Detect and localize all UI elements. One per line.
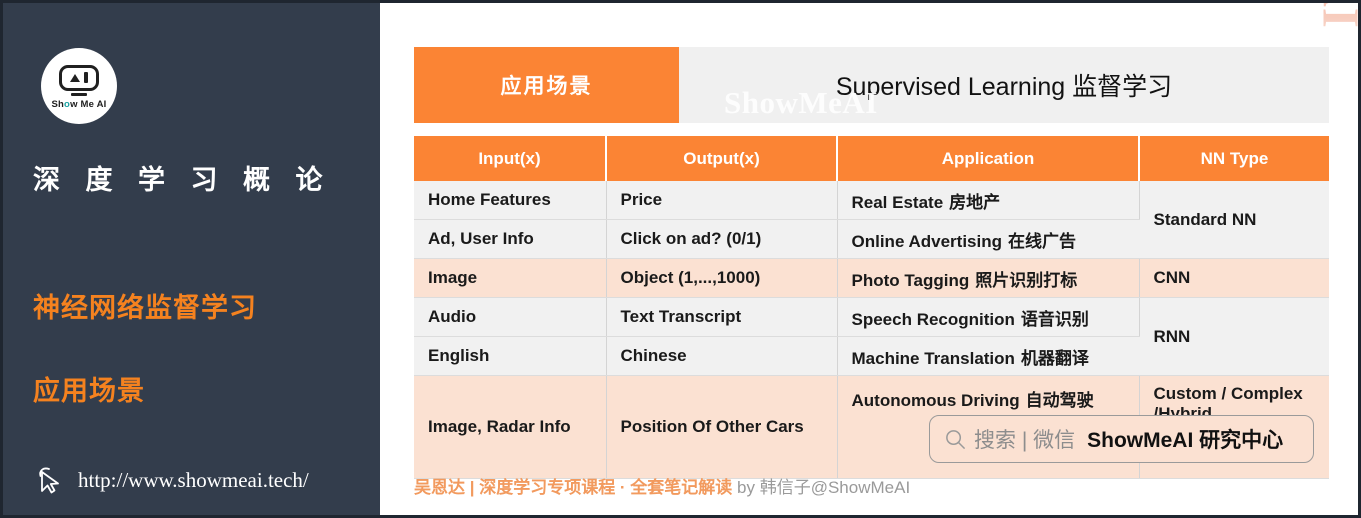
column-header-application: Application [837, 136, 1140, 181]
website-link[interactable]: http://www.showmeai.tech/ [37, 465, 309, 495]
table-header-row: Input(x) Output(x) Application NN Type [414, 136, 1329, 181]
cell-application: Machine Translation 机器翻译 [837, 336, 1139, 376]
search-icon [946, 429, 965, 449]
topic-heading-line2: 应用场景 [33, 376, 145, 406]
cell-output: Position Of Other Cars [606, 375, 838, 479]
cell-input: Audio [414, 297, 607, 337]
cell-application: Online Advertising 在线广告 [837, 219, 1139, 259]
footer-course: 吴恩达 | 深度学习专项课程 · 全套笔记解读 [414, 478, 733, 497]
application-cn: 自动驾驶 [1025, 391, 1094, 410]
cell-output: Text Transcript [606, 297, 838, 337]
cell-application: Real Estate 房地产 [837, 181, 1140, 220]
application-en: Autonomous Driving [851, 391, 1020, 410]
cell-input: Ad, User Info [414, 219, 607, 259]
application-cn: 机器翻译 [1020, 348, 1089, 368]
slide-root: Show Me AI 深 度 学 习 概 论 神经网络监督学习 应用场景 htt… [0, 0, 1361, 518]
cell-output: Price [606, 181, 838, 220]
application-cn: 照片识别打标 [975, 270, 1078, 290]
cell-nn-type: RNN [1139, 297, 1329, 376]
application-en: Real Estate [851, 192, 944, 212]
topic-heading-line1: 神经网络监督学习 [33, 293, 257, 323]
cell-output: Object (1,...,1000) [606, 258, 838, 298]
application-cn: 房地产 [949, 192, 1001, 212]
column-header-nn-type: NN Type [1139, 136, 1329, 181]
column-header-output: Output(x) [606, 136, 838, 181]
table-row: Audio Text Transcript Speech Recognition… [414, 297, 1329, 376]
application-en: Speech Recognition [851, 309, 1015, 329]
table-row: Image Object (1,...,1000) Photo Tagging 照… [414, 258, 1329, 298]
content-panel: ShowMeAI 应用场景 Supervised Learning 监督学习 S… [380, 3, 1358, 515]
header-strip: 应用场景 Supervised Learning 监督学习 ShowMeAI [414, 47, 1329, 123]
column-header-input: Input(x) [414, 136, 607, 181]
search-brand-text: ShowMeAI 研究中心 [1087, 429, 1284, 452]
logo-word-pre: Sh [51, 98, 65, 110]
wechat-search-overlay[interactable]: 搜索 | 微信 ShowMeAI 研究中心 [929, 415, 1314, 463]
cell-nn-type: Standard NN [1139, 181, 1329, 259]
cursor-pointer-icon [39, 467, 59, 494]
course-title: 深 度 学 习 概 论 [33, 165, 332, 195]
vertical-watermark: ShowMeAI [1310, 3, 1358, 29]
showmeai-logo: Show Me AI [41, 48, 117, 124]
application-en: Photo Tagging [851, 270, 970, 290]
robot-mouth-icon [71, 92, 87, 96]
cell-input: Image [414, 258, 607, 298]
section-tag: 应用场景 [414, 47, 679, 123]
sidebar: Show Me AI 深 度 学 习 概 论 神经网络监督学习 应用场景 htt… [3, 3, 380, 515]
application-en: Online Advertising [851, 231, 1003, 251]
cell-application: Speech Recognition 语音识别 [837, 297, 1140, 337]
slide-title: Supervised Learning 监督学习 [835, 73, 1173, 101]
cell-input: Home Features [414, 181, 607, 220]
website-url-text: http://www.showmeai.tech/ [78, 467, 309, 492]
cell-output: Chinese [606, 336, 838, 376]
robot-face-icon [59, 64, 99, 91]
cell-input: Image, Radar Info [414, 375, 607, 479]
logo-word-post: w Me AI [70, 98, 107, 110]
caret-icon [70, 73, 80, 82]
table-row: Home Features Price Real Estate 房地产 Stand… [414, 181, 1329, 259]
cell-input: English [414, 336, 607, 376]
application-cn: 语音识别 [1020, 309, 1089, 329]
footer-author: by 韩信子@ShowMeAI [732, 478, 911, 497]
footer-credit: 吴恩达 | 深度学习专项课程 · 全套笔记解读 by 韩信子@ShowMeAI [414, 473, 910, 498]
cell-application: Photo Tagging 照片识别打标 [837, 258, 1140, 298]
bar-icon [84, 72, 88, 83]
application-en: Machine Translation [851, 348, 1015, 368]
application-cn: 在线广告 [1008, 231, 1077, 251]
cell-output: Click on ad? (0/1) [606, 219, 838, 259]
cell-nn-type: CNN [1139, 258, 1329, 298]
search-placeholder: 搜索 | 微信 [974, 429, 1076, 452]
logo-wordmark: Show Me AI [52, 99, 107, 110]
